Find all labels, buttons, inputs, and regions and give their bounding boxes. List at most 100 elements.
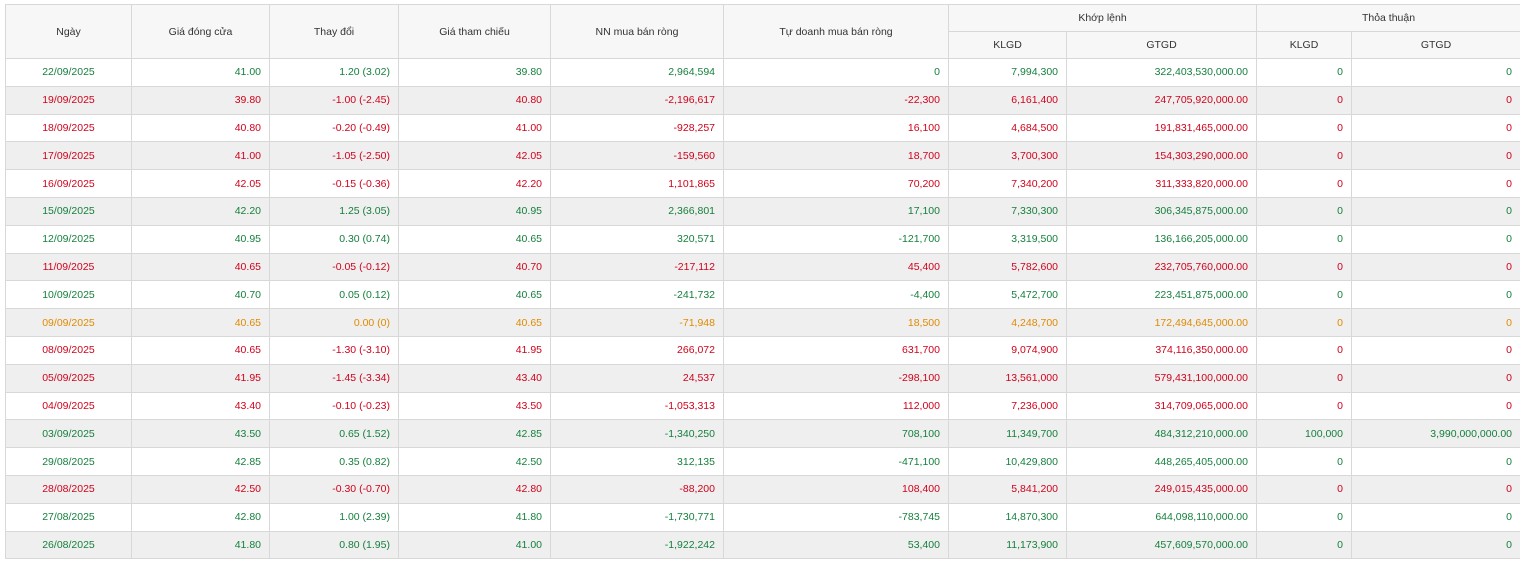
cell-date: 18/09/2025 bbox=[5, 113, 132, 143]
cell-foreign-net: 266,072 bbox=[550, 335, 724, 365]
header-proprietary-net[interactable]: Tự doanh mua bán ròng bbox=[723, 4, 949, 59]
header-date[interactable]: Ngày bbox=[5, 4, 132, 59]
cell-foreign-net: 320,571 bbox=[550, 224, 724, 254]
cell-reference-price: 41.00 bbox=[398, 530, 551, 560]
cell-negotiated-volume: 0 bbox=[1256, 447, 1352, 476]
cell-foreign-net: -88,200 bbox=[550, 474, 724, 504]
cell-date: 22/09/2025 bbox=[5, 58, 132, 87]
cell-negotiated-volume: 0 bbox=[1256, 169, 1352, 198]
table-row[interactable]: 16/09/2025 42.05 -0.15 (-0.36) 42.20 1,101,8… bbox=[5, 169, 1520, 198]
cell-reference-price: 39.80 bbox=[398, 58, 551, 87]
cell-date: 26/08/2025 bbox=[5, 530, 132, 560]
cell-matched-value: 457,609,570,000.00 bbox=[1066, 530, 1257, 560]
cell-change: -0.15 (-0.36) bbox=[269, 169, 399, 198]
cell-reference-price: 43.40 bbox=[398, 363, 551, 393]
cell-negotiated-volume: 0 bbox=[1256, 280, 1352, 310]
cell-date: 19/09/2025 bbox=[5, 85, 132, 115]
header-close-price[interactable]: Giá đóng cửa bbox=[131, 4, 270, 59]
cell-matched-value: 644,098,110,000.00 bbox=[1066, 502, 1257, 532]
cell-matched-value: 249,015,435,000.00 bbox=[1066, 474, 1257, 504]
cell-proprietary-net: -471,100 bbox=[723, 447, 949, 476]
cell-matched-volume: 7,236,000 bbox=[948, 391, 1067, 421]
header-matched-volume[interactable]: KLGD bbox=[948, 31, 1067, 59]
cell-negotiated-volume: 0 bbox=[1256, 530, 1352, 560]
cell-reference-price: 42.05 bbox=[398, 141, 551, 171]
cell-close-price: 40.65 bbox=[131, 252, 270, 282]
cell-date: 29/08/2025 bbox=[5, 447, 132, 476]
table-row[interactable]: 03/09/2025 43.50 0.65 (1.52) 42.85 -1,340,25… bbox=[5, 419, 1520, 449]
cell-close-price: 40.65 bbox=[131, 335, 270, 365]
cell-close-price: 42.85 bbox=[131, 447, 270, 476]
cell-reference-price: 43.50 bbox=[398, 391, 551, 421]
header-matched-value[interactable]: GTGD bbox=[1066, 31, 1257, 59]
cell-reference-price: 41.95 bbox=[398, 335, 551, 365]
table-row[interactable]: 05/09/2025 41.95 -1.45 (-3.34) 43.40 24,537-… bbox=[5, 363, 1520, 393]
cell-proprietary-net: 70,200 bbox=[723, 169, 949, 198]
header-reference-price[interactable]: Giá tham chiếu bbox=[398, 4, 551, 59]
table-row[interactable]: 18/09/2025 40.80 -0.20 (-0.49) 41.00 -928,25… bbox=[5, 113, 1520, 143]
cell-change: -1.45 (-3.34) bbox=[269, 363, 399, 393]
table-row[interactable]: 22/09/2025 41.00 1.20 (3.02) 39.80 2,964,594… bbox=[5, 58, 1520, 87]
cell-foreign-net: -1,053,313 bbox=[550, 391, 724, 421]
cell-close-price: 41.00 bbox=[131, 58, 270, 87]
cell-foreign-net: -2,196,617 bbox=[550, 85, 724, 115]
header-negotiated-value[interactable]: GTGD bbox=[1350, 31, 1520, 59]
header-foreign-net[interactable]: NN mua bán ròng bbox=[550, 4, 724, 59]
table-row[interactable]: 09/09/2025 40.65 0.00 (0) 40.65 -71,948 18,50… bbox=[5, 308, 1520, 337]
cell-proprietary-net: 53,400 bbox=[723, 530, 949, 560]
cell-date: 09/09/2025 bbox=[5, 308, 132, 337]
cell-negotiated-volume: 0 bbox=[1256, 363, 1352, 393]
cell-date: 27/08/2025 bbox=[5, 502, 132, 532]
table-row[interactable]: 04/09/2025 43.40 -0.10 (-0.23) 43.50 -1,053,… bbox=[5, 391, 1520, 421]
cell-change: 1.25 (3.05) bbox=[269, 196, 399, 226]
header-change[interactable]: Thay đổi bbox=[269, 4, 399, 59]
cell-reference-price: 41.00 bbox=[398, 113, 551, 143]
cell-negotiated-volume: 0 bbox=[1256, 335, 1352, 365]
cell-foreign-net: -71,948 bbox=[550, 308, 724, 337]
cell-reference-price: 40.80 bbox=[398, 85, 551, 115]
price-history-table: Ngày Giá đóng cửa Thay đổi Giá tham chiế… bbox=[5, 4, 1520, 560]
cell-negotiated-value: 0 bbox=[1350, 363, 1520, 393]
cell-matched-value: 484,312,210,000.00 bbox=[1066, 419, 1257, 449]
table-row[interactable]: 29/08/2025 42.85 0.35 (0.82) 42.50 312,135 -4… bbox=[5, 447, 1520, 476]
cell-negotiated-volume: 0 bbox=[1256, 141, 1352, 171]
table-row[interactable]: 10/09/2025 40.70 0.05 (0.12) 40.65 -241,732-… bbox=[5, 280, 1520, 310]
table-row[interactable]: 26/08/2025 41.80 0.80 (1.95) 41.00 -1,922,24… bbox=[5, 530, 1520, 560]
cell-matched-value: 172,494,645,000.00 bbox=[1066, 308, 1257, 337]
cell-proprietary-net: 631,700 bbox=[723, 335, 949, 365]
cell-date: 16/09/2025 bbox=[5, 169, 132, 198]
cell-matched-value: 448,265,405,000.00 bbox=[1066, 447, 1257, 476]
cell-negotiated-volume: 0 bbox=[1256, 196, 1352, 226]
cell-date: 10/09/2025 bbox=[5, 280, 132, 310]
table-row[interactable]: 19/09/2025 39.80 -1.00 (-2.45) 40.80 -2,196,… bbox=[5, 85, 1520, 115]
cell-reference-price: 40.95 bbox=[398, 196, 551, 226]
cell-negotiated-value: 0 bbox=[1350, 141, 1520, 171]
table-row[interactable]: 27/08/2025 42.80 1.00 (2.39) 41.80 -1,730,77… bbox=[5, 502, 1520, 532]
table-row[interactable]: 08/09/2025 40.65 -1.30 (-3.10) 41.95 266,072… bbox=[5, 335, 1520, 365]
cell-date: 11/09/2025 bbox=[5, 252, 132, 282]
table-row[interactable]: 12/09/2025 40.95 0.30 (0.74) 40.65 320,571 -1… bbox=[5, 224, 1520, 254]
table-row[interactable]: 28/08/2025 42.50 -0.30 (-0.70) 42.80 -88,200… bbox=[5, 474, 1520, 504]
header-negotiated-volume[interactable]: KLGD bbox=[1256, 31, 1352, 59]
cell-matched-volume: 7,340,200 bbox=[948, 169, 1067, 198]
cell-negotiated-value: 0 bbox=[1350, 502, 1520, 532]
cell-close-price: 39.80 bbox=[131, 85, 270, 115]
table-row[interactable]: 11/09/2025 40.65 -0.05 (-0.12) 40.70 -217,11… bbox=[5, 252, 1520, 282]
cell-foreign-net: -928,257 bbox=[550, 113, 724, 143]
cell-close-price: 40.95 bbox=[131, 224, 270, 254]
cell-negotiated-value: 0 bbox=[1350, 252, 1520, 282]
table-row[interactable]: 15/09/2025 42.20 1.25 (3.05) 40.95 2,366,801… bbox=[5, 196, 1520, 226]
cell-negotiated-value: 0 bbox=[1350, 447, 1520, 476]
cell-close-price: 42.80 bbox=[131, 502, 270, 532]
table-row[interactable]: 17/09/2025 41.00 -1.05 (-2.50) 42.05 -159,56… bbox=[5, 141, 1520, 171]
cell-reference-price: 41.80 bbox=[398, 502, 551, 532]
cell-matched-value: 314,709,065,000.00 bbox=[1066, 391, 1257, 421]
cell-matched-value: 322,403,530,000.00 bbox=[1066, 58, 1257, 87]
cell-matched-value: 191,831,465,000.00 bbox=[1066, 113, 1257, 143]
cell-change: 1.20 (3.02) bbox=[269, 58, 399, 87]
cell-change: 0.30 (0.74) bbox=[269, 224, 399, 254]
cell-proprietary-net: 17,100 bbox=[723, 196, 949, 226]
cell-reference-price: 42.85 bbox=[398, 419, 551, 449]
cell-negotiated-value: 0 bbox=[1350, 308, 1520, 337]
cell-matched-volume: 3,700,300 bbox=[948, 141, 1067, 171]
